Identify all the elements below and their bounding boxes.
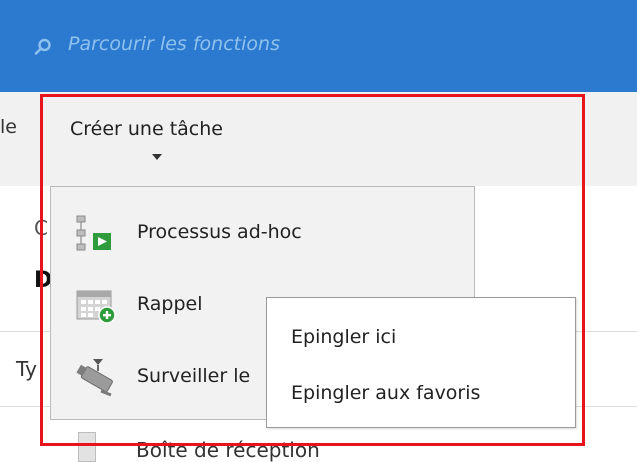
context-menu: Epingler ici Epingler aux favoris [266, 297, 576, 428]
menu-item-label: Surveiller le [137, 365, 251, 387]
menu-item-label: Rappel [137, 293, 203, 315]
context-item-label: Epingler aux favoris [291, 382, 481, 404]
surveillance-camera-icon [76, 359, 113, 397]
inbox-icon [78, 432, 96, 462]
create-task-button[interactable]: Créer une tâche [50, 98, 580, 186]
search-icon[interactable] [34, 38, 52, 56]
background-text-c: C [34, 216, 48, 240]
reminder-icon [76, 290, 116, 324]
inbox-label[interactable]: Boîte de réception [136, 438, 320, 462]
top-bar: Parcourir les fonctions [0, 0, 637, 92]
context-item-pin-here[interactable]: Epingler ici [267, 312, 575, 366]
menu-item-adhoc-process[interactable]: Processus ad-hoc [51, 201, 474, 265]
create-task-label: Créer une tâche [70, 118, 223, 140]
context-item-label: Epingler ici [291, 326, 397, 348]
chevron-down-icon [152, 154, 162, 160]
menu-item-label: Processus ad-hoc [137, 221, 302, 243]
context-item-pin-favorites[interactable]: Epingler aux favoris [267, 368, 575, 422]
adhoc-process-icon [76, 215, 111, 251]
search-input[interactable]: Parcourir les fonctions [68, 33, 280, 55]
ribbon-partial-label: le [0, 116, 17, 138]
background-column-ty: Ty [16, 357, 37, 381]
